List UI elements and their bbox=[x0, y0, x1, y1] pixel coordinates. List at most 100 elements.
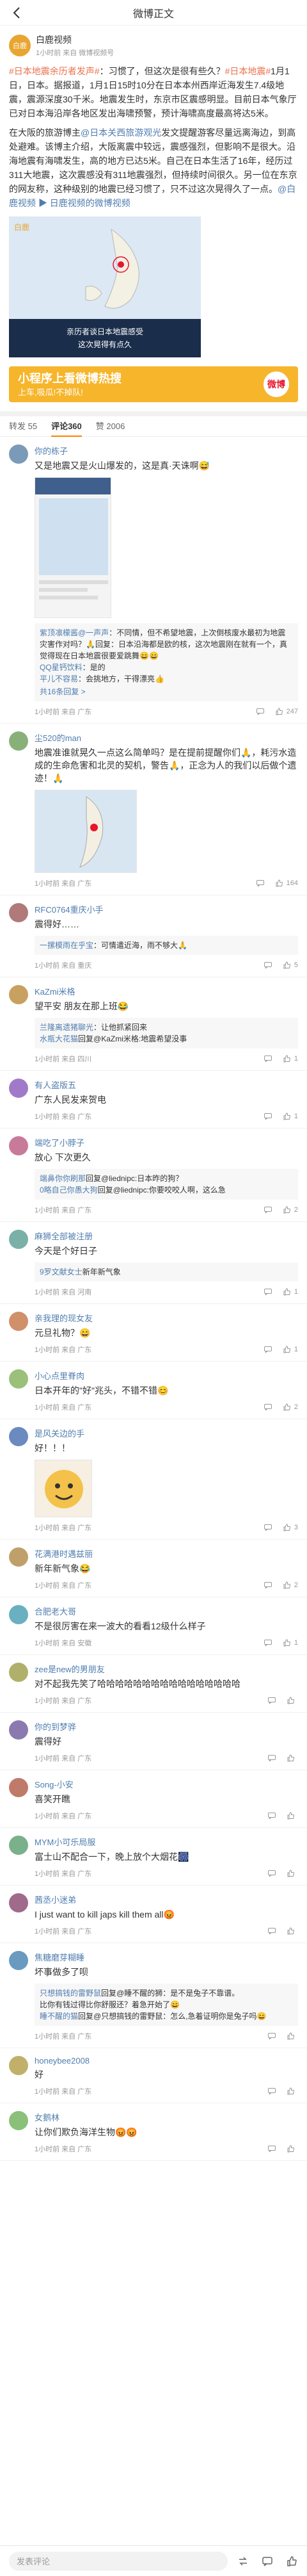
like-button[interactable]: 2 bbox=[283, 1581, 298, 1590]
like-button[interactable]: 5 bbox=[283, 961, 298, 970]
like-button[interactable]: 2 bbox=[283, 1403, 298, 1412]
avatar[interactable] bbox=[9, 1547, 28, 1567]
reply-button[interactable] bbox=[267, 2087, 276, 2096]
reply-list[interactable]: 端鼻你你刷那回复@liednipc:日本昨的狗？ 0略自己你愚大狗回复@liedn… bbox=[35, 1169, 298, 1200]
avatar[interactable] bbox=[9, 1836, 28, 1855]
like-button[interactable] bbox=[287, 1811, 298, 1820]
comment-author[interactable]: 尘520的man bbox=[35, 731, 298, 744]
comment-input[interactable]: 发表评论 bbox=[9, 2551, 228, 2571]
video-link[interactable]: ▶ 日鹿视频的微博视频 bbox=[38, 198, 130, 208]
reply-author[interactable]: 0略自己你愚大狗 bbox=[40, 1186, 98, 1194]
comment-image[interactable] bbox=[35, 1460, 92, 1517]
promo-banner[interactable]: 小程序上看微博热搜 上车,吸瓜!不掉队! 微博 bbox=[9, 366, 298, 402]
comment-author[interactable]: 是风关边的手 bbox=[35, 1427, 298, 1439]
avatar[interactable] bbox=[9, 903, 28, 922]
like-button[interactable]: 3 bbox=[283, 1523, 298, 1532]
like-button[interactable]: 1 bbox=[283, 1054, 298, 1063]
reply-button[interactable] bbox=[264, 1054, 272, 1063]
reply-button[interactable] bbox=[264, 1581, 272, 1590]
avatar[interactable] bbox=[9, 1230, 28, 1249]
reply-author[interactable]: 一摞模雨在乎宝 bbox=[40, 941, 93, 950]
comment-author[interactable]: 你的到梦骅 bbox=[35, 1720, 298, 1732]
like-icon[interactable] bbox=[285, 2555, 298, 2568]
comment-author[interactable]: honeybee2008 bbox=[35, 2056, 298, 2066]
comment-author[interactable]: 麻狮全部被注册 bbox=[35, 1230, 298, 1242]
comment-author[interactable]: Song-小安 bbox=[35, 1778, 298, 1790]
hashtag-link[interactable]: #日本地震# bbox=[225, 66, 271, 76]
reply-author[interactable]: 睡不醒的猫 bbox=[40, 2012, 78, 2021]
reply-button[interactable] bbox=[267, 2032, 276, 2041]
like-button[interactable]: 1 bbox=[283, 1112, 298, 1121]
comment-author[interactable]: 你的栋子 bbox=[35, 444, 298, 457]
like-button[interactable] bbox=[287, 2144, 298, 2153]
reply-author[interactable]: 紫顶凛檬酱@一声声 bbox=[40, 628, 109, 637]
reply-button[interactable] bbox=[264, 1287, 272, 1296]
avatar[interactable] bbox=[9, 1312, 28, 1331]
reply-list[interactable]: 9罗文献女士新年新气象 bbox=[35, 1262, 298, 1282]
like-button[interactable] bbox=[287, 1754, 298, 1763]
avatar[interactable] bbox=[9, 1893, 28, 1912]
tab-comments[interactable]: 评论360 bbox=[51, 416, 82, 437]
like-button[interactable]: 2 bbox=[283, 1205, 298, 1214]
reply-button[interactable] bbox=[256, 707, 265, 716]
reply-button[interactable] bbox=[264, 1112, 272, 1121]
like-button[interactable]: 164 bbox=[275, 879, 298, 888]
comment-author[interactable]: 花满港时遇兹丽 bbox=[35, 1547, 298, 1560]
comment-author[interactable]: 焦糖磨芽糊睡 bbox=[35, 1951, 298, 1963]
repost-icon[interactable] bbox=[237, 2555, 249, 2568]
more-replies-link[interactable]: 共16条回复 > bbox=[40, 686, 293, 697]
reply-author[interactable]: 水瓶大花猫 bbox=[40, 1034, 78, 1043]
reply-list[interactable]: 只想搞钱的雷野鼠回复@睡不醒的狮：是不是兔子不靠谱。 比你有钱过得比你舒服还？着急… bbox=[35, 1984, 298, 2026]
author-name[interactable]: 白鹿视频 bbox=[36, 33, 114, 46]
avatar[interactable] bbox=[9, 1778, 28, 1797]
video-player[interactable]: 白鹿 亲历者谈日本地震感受 这次晃得有点久 bbox=[9, 216, 201, 357]
like-button[interactable]: 247 bbox=[275, 707, 298, 716]
reply-button[interactable] bbox=[256, 879, 265, 888]
reply-button[interactable] bbox=[264, 1205, 272, 1214]
comment-author[interactable]: 茜丞小迷弟 bbox=[35, 1893, 298, 1905]
reply-list[interactable]: 兰隆离遗猪聊光：让他抓紧回来 水瓶大花猫回复@KaZmi米格:地震希望没事 bbox=[35, 1018, 298, 1048]
reply-button[interactable] bbox=[267, 1811, 276, 1820]
reply-author[interactable]: 端鼻你你刷那 bbox=[40, 1174, 86, 1183]
comment-author[interactable]: RFC0764重庆小手 bbox=[35, 903, 298, 915]
like-button[interactable] bbox=[287, 1927, 298, 1936]
comment-image[interactable] bbox=[35, 477, 111, 618]
avatar[interactable] bbox=[9, 1720, 28, 1740]
reply-button[interactable] bbox=[267, 2144, 276, 2153]
reply-author[interactable]: 兰隆离遗猪聊光 bbox=[40, 1023, 93, 1032]
comment-author[interactable]: 端吃了小脖子 bbox=[35, 1136, 298, 1148]
comment-author[interactable]: KaZmi米格 bbox=[35, 985, 298, 997]
comment-author[interactable]: MYM小可乐局服 bbox=[35, 1836, 298, 1848]
comment-author[interactable]: zee是new的男朋友 bbox=[35, 1663, 298, 1675]
back-button[interactable] bbox=[8, 4, 26, 22]
like-button[interactable]: 1 bbox=[283, 1287, 298, 1296]
like-button[interactable]: 1 bbox=[283, 1638, 298, 1647]
like-button[interactable] bbox=[287, 1696, 298, 1705]
reply-button[interactable] bbox=[264, 1638, 272, 1647]
reply-author[interactable]: 只想搞钱的雷野鼠 bbox=[40, 1989, 101, 1998]
avatar[interactable] bbox=[9, 444, 28, 464]
avatar[interactable] bbox=[9, 1427, 28, 1446]
like-button[interactable] bbox=[287, 2032, 298, 2041]
reply-button[interactable] bbox=[267, 1696, 276, 1705]
reply-button[interactable] bbox=[264, 1403, 272, 1412]
avatar[interactable] bbox=[9, 1663, 28, 1682]
reply-button[interactable] bbox=[264, 961, 272, 970]
comment-icon[interactable] bbox=[261, 2555, 274, 2568]
avatar[interactable] bbox=[9, 1079, 28, 1098]
comment-author[interactable]: 有人盗版五 bbox=[35, 1079, 298, 1091]
comment-author[interactable]: 合肥老大哥 bbox=[35, 1605, 298, 1617]
tab-reposts[interactable]: 转发 55 bbox=[9, 416, 37, 437]
reply-author[interactable]: 平儿不容易 bbox=[40, 674, 78, 683]
avatar[interactable] bbox=[9, 985, 28, 1004]
reply-author[interactable]: QQ星钙饮料 bbox=[40, 663, 83, 672]
reply-button[interactable] bbox=[267, 1927, 276, 1936]
reply-list[interactable]: 紫顶凛檬酱@一声声：不同情，但不希望地震，上次倒核废水最初为地震灾害作对吗？🙏回… bbox=[35, 623, 298, 701]
avatar[interactable] bbox=[9, 2111, 28, 2130]
reply-button[interactable] bbox=[264, 1523, 272, 1532]
comment-author[interactable]: 小心点里脊肉 bbox=[35, 1369, 298, 1382]
avatar[interactable] bbox=[9, 1605, 28, 1624]
reply-author[interactable]: 9罗文献女士 bbox=[40, 1268, 83, 1276]
mention-link[interactable]: @日本关西旅游观光 bbox=[81, 127, 161, 138]
like-button[interactable] bbox=[287, 1869, 298, 1878]
